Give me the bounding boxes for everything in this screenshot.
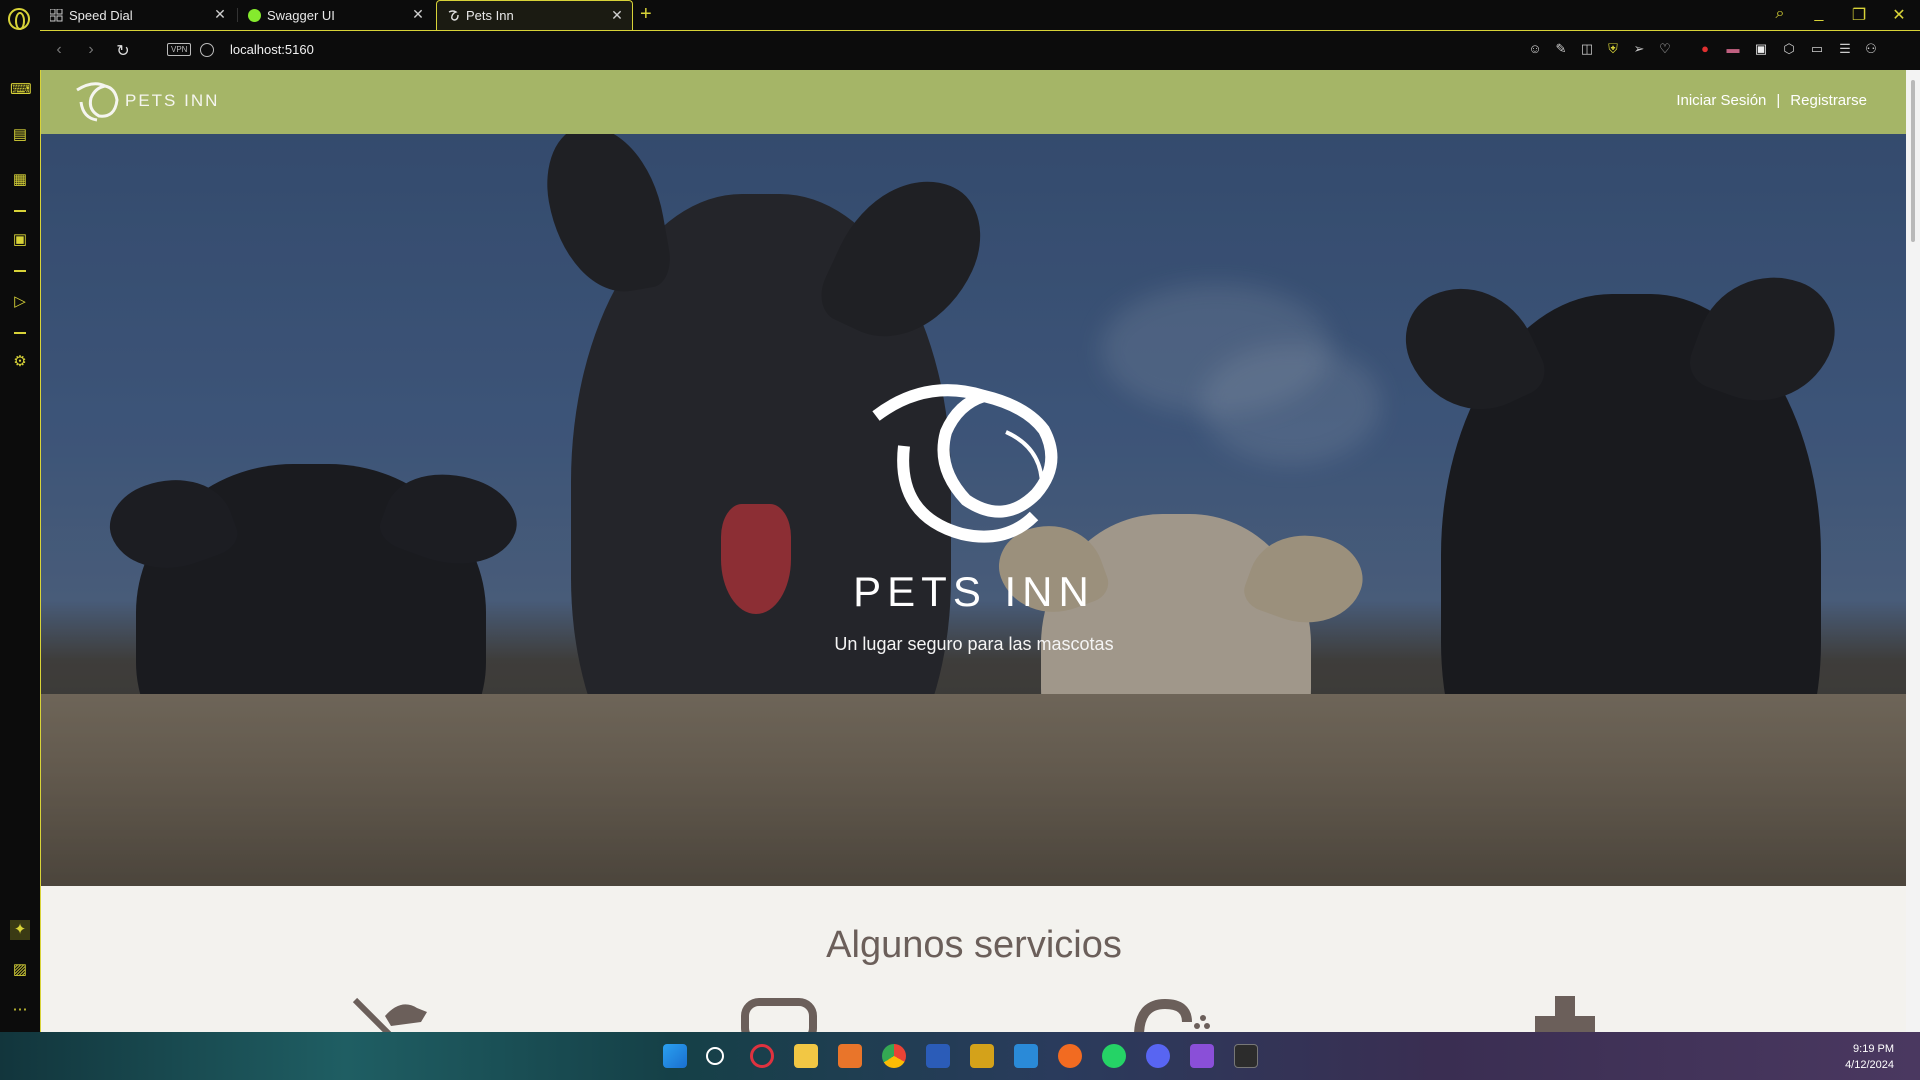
register-link[interactable]: Registrarse bbox=[1790, 92, 1867, 109]
forward-button[interactable]: › bbox=[82, 41, 100, 59]
sidebar-divider bbox=[14, 270, 26, 272]
flag-extension-icon[interactable]: ▬ bbox=[1724, 41, 1742, 59]
vscode-icon[interactable] bbox=[1014, 1044, 1038, 1068]
cube-icon[interactable]: ⬡ bbox=[1780, 41, 1798, 59]
emoji-icon[interactable]: ☺ bbox=[1526, 41, 1544, 59]
ghost-extension-icon[interactable]: ● bbox=[1696, 41, 1714, 59]
close-icon[interactable]: ✕ bbox=[610, 8, 624, 22]
grooming-icon bbox=[1134, 998, 1210, 1032]
image-icon[interactable]: ▨ bbox=[10, 960, 30, 980]
settings-icon[interactable]: ⚙ bbox=[10, 352, 30, 372]
sidebar-divider bbox=[14, 332, 26, 334]
swagger-icon bbox=[248, 8, 261, 22]
shopping-bag-icon[interactable]: ▤ bbox=[10, 125, 30, 145]
xbox-icon[interactable]: ✦ bbox=[10, 920, 30, 940]
hero-banner: PETS INN Un lugar seguro para las mascot… bbox=[41, 134, 1906, 886]
opera-gx-icon[interactable] bbox=[750, 1044, 774, 1068]
chip-icon[interactable]: ▦ bbox=[10, 170, 30, 190]
office-icon[interactable] bbox=[838, 1044, 862, 1068]
login-link[interactable]: Iniciar Sesión bbox=[1676, 92, 1766, 109]
battery-icon[interactable]: ▭ bbox=[1808, 41, 1826, 59]
tab-label: Pets Inn bbox=[466, 8, 514, 23]
search-icon[interactable] bbox=[706, 1047, 724, 1065]
whatsapp-icon[interactable] bbox=[1102, 1044, 1126, 1068]
carrier-icon bbox=[741, 998, 817, 1032]
chrome-icon[interactable] bbox=[882, 1044, 906, 1068]
tab-bar: Speed Dial ✕ Swagger UI ✕ Pets Inn ✕ + ⌕… bbox=[0, 0, 1920, 30]
send-icon[interactable]: ➢ bbox=[1630, 41, 1648, 59]
gamepad-icon[interactable]: ⌨ bbox=[10, 80, 32, 100]
word-icon[interactable] bbox=[926, 1044, 950, 1068]
tab-label: Speed Dial bbox=[69, 7, 133, 23]
auth-nav: Iniciar Sesión | Registrarse bbox=[1676, 92, 1867, 109]
pets-inn-logo-icon bbox=[76, 82, 119, 122]
url-field[interactable]: localhost:5160 bbox=[230, 42, 314, 57]
postman-icon[interactable] bbox=[1058, 1044, 1082, 1068]
services-title: Algunos servicios bbox=[826, 924, 1122, 966]
hero-subtitle: Un lugar seguro para las mascotas bbox=[834, 634, 1114, 654]
more-icon[interactable]: ⋯ bbox=[10, 1000, 30, 1020]
terminal-icon[interactable] bbox=[1234, 1044, 1258, 1068]
easy-setup-icon[interactable]: ☰ bbox=[1836, 41, 1854, 59]
medical-cross-icon bbox=[1535, 996, 1595, 1032]
visual-studio-icon[interactable] bbox=[1190, 1044, 1214, 1068]
opera-menu-icon[interactable] bbox=[8, 8, 30, 30]
back-button[interactable]: ‹ bbox=[50, 41, 68, 59]
reload-button[interactable]: ↻ bbox=[114, 41, 132, 61]
tab-speed-dial[interactable]: Speed Dial ✕ bbox=[40, 0, 235, 30]
browser-sidebar: ⌨ ▤ ▦ ▣ ▷ ⚙ ✦ ▨ ⋯ bbox=[0, 30, 40, 1032]
hero-title: PETS INN bbox=[853, 568, 1095, 615]
restore-button[interactable]: ❐ bbox=[1849, 5, 1869, 25]
reader-extension-icon[interactable]: ▣ bbox=[1752, 41, 1770, 59]
system-clock[interactable]: 9:19 PM 4/12/2024 bbox=[1845, 1041, 1894, 1073]
tab-pets-inn[interactable]: Pets Inn ✕ bbox=[436, 0, 633, 30]
new-tab-button[interactable]: + bbox=[640, 3, 652, 26]
edit-icon[interactable]: ✎ bbox=[1552, 41, 1570, 59]
page-viewport: PETS INN Iniciar Sesión | Registrarse PE… bbox=[40, 70, 1906, 1032]
close-window-button[interactable]: ✕ bbox=[1889, 5, 1909, 25]
pets-inn-favicon-icon bbox=[447, 9, 460, 22]
clock-date: 4/12/2024 bbox=[1845, 1059, 1894, 1071]
sidebar-divider bbox=[14, 210, 26, 212]
services-section: Algunos servicios bbox=[41, 886, 1906, 1032]
pets-inn-hero-logo-icon bbox=[872, 384, 1058, 543]
extension-icon[interactable]: ▣ bbox=[10, 230, 30, 250]
discord-icon[interactable] bbox=[1146, 1044, 1170, 1068]
profile-icon[interactable]: ⚇ bbox=[1862, 41, 1880, 59]
brand-link[interactable]: PETS INN bbox=[71, 78, 219, 124]
scroll-thumb[interactable] bbox=[1911, 80, 1915, 242]
globe-icon[interactable] bbox=[200, 43, 214, 57]
tab-label: Swagger UI bbox=[267, 7, 335, 23]
site-header: PETS INN Iniciar Sesión | Registrarse bbox=[41, 70, 1906, 134]
vpn-badge[interactable]: VPN bbox=[167, 43, 192, 56]
minimize-button[interactable]: _ bbox=[1809, 5, 1829, 23]
grid-icon bbox=[49, 8, 63, 22]
sticky-app-icon[interactable] bbox=[970, 1044, 994, 1068]
page-scrollbar[interactable] bbox=[1906, 70, 1920, 1032]
player-icon[interactable]: ▷ bbox=[10, 292, 30, 312]
file-explorer-icon[interactable] bbox=[794, 1044, 818, 1068]
tab-swagger-ui[interactable]: Swagger UI ✕ bbox=[238, 0, 433, 30]
no-dog-walking-icon bbox=[352, 997, 427, 1032]
address-bar: ‹ › ↻ VPN localhost:5160 ☺ ✎ ◫ ⛨ ➢ ♡ ● ▬… bbox=[40, 30, 1920, 70]
camera-icon[interactable]: ◫ bbox=[1578, 41, 1596, 59]
close-icon[interactable]: ✕ bbox=[213, 7, 227, 21]
brand-name: PETS INN bbox=[125, 91, 220, 110]
clock-time: 9:19 PM bbox=[1853, 1043, 1894, 1055]
windows-taskbar: 9:19 PM 4/12/2024 bbox=[0, 1032, 1920, 1080]
windows-start-icon[interactable] bbox=[663, 1044, 687, 1068]
close-icon[interactable]: ✕ bbox=[411, 7, 425, 21]
shield-icon[interactable]: ⛨ bbox=[1604, 41, 1622, 59]
search-tabs-icon[interactable]: ⌕ bbox=[1770, 5, 1790, 23]
nav-divider: | bbox=[1776, 92, 1781, 109]
heart-icon[interactable]: ♡ bbox=[1656, 41, 1674, 59]
